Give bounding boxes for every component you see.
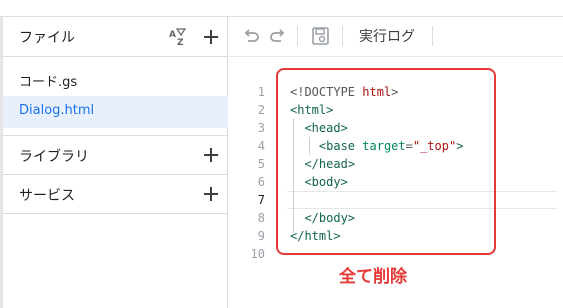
section-services: サービス bbox=[3, 174, 228, 213]
line-number: 3 bbox=[257, 121, 265, 135]
line-number: 7 bbox=[257, 193, 265, 207]
file-name: Dialog.html bbox=[19, 103, 95, 118]
undo-icon[interactable] bbox=[240, 25, 262, 47]
section-label: サービス bbox=[19, 188, 75, 204]
file-name: コード.gs bbox=[19, 75, 78, 90]
files-header: ファイル A Z bbox=[3, 17, 228, 57]
svg-text:Z: Z bbox=[177, 38, 184, 48]
top-bar bbox=[0, 0, 563, 17]
add-library-icon[interactable] bbox=[199, 143, 223, 167]
section-label: ライブラリ bbox=[19, 149, 89, 165]
editor-toolbar: 実行ログ bbox=[229, 17, 563, 57]
line-number: 6 bbox=[257, 175, 265, 189]
toolbar-separator bbox=[342, 26, 343, 46]
line-number: 8 bbox=[257, 211, 265, 225]
line-number: 9 bbox=[257, 229, 265, 243]
sort-az-icon[interactable]: A Z bbox=[166, 25, 190, 49]
add-file-icon[interactable] bbox=[199, 25, 223, 49]
toolbar-separator bbox=[432, 26, 433, 46]
line-number: 5 bbox=[257, 157, 265, 171]
section-libraries: ライブラリ bbox=[3, 135, 228, 174]
files-title: ファイル bbox=[19, 30, 75, 46]
svg-text:A: A bbox=[169, 30, 176, 40]
save-icon[interactable] bbox=[310, 25, 332, 47]
line-number: 2 bbox=[257, 103, 265, 117]
file-sidebar: ファイル A Z コード.gs Dialog.html ライブラリ サービス bbox=[0, 17, 228, 308]
file-item-dialog-html[interactable]: Dialog.html bbox=[3, 96, 228, 128]
line-number: 1 bbox=[257, 85, 265, 99]
annotation-highlight-box bbox=[276, 68, 496, 255]
line-number: 10 bbox=[250, 247, 265, 261]
sidebar-divider bbox=[3, 213, 228, 214]
file-item-code-gs[interactable]: コード.gs bbox=[3, 64, 228, 96]
redo-icon[interactable] bbox=[267, 25, 289, 47]
line-number: 4 bbox=[257, 139, 265, 153]
execution-log-button[interactable]: 実行ログ bbox=[359, 26, 415, 46]
add-service-icon[interactable] bbox=[199, 182, 223, 206]
code-editor[interactable]: 1 2 3 4 5 6 7 8 9 10 <!DOCTYPE html> <htm… bbox=[229, 57, 563, 308]
toolbar-separator bbox=[297, 26, 298, 46]
annotation-label: 全て削除 bbox=[339, 267, 407, 287]
